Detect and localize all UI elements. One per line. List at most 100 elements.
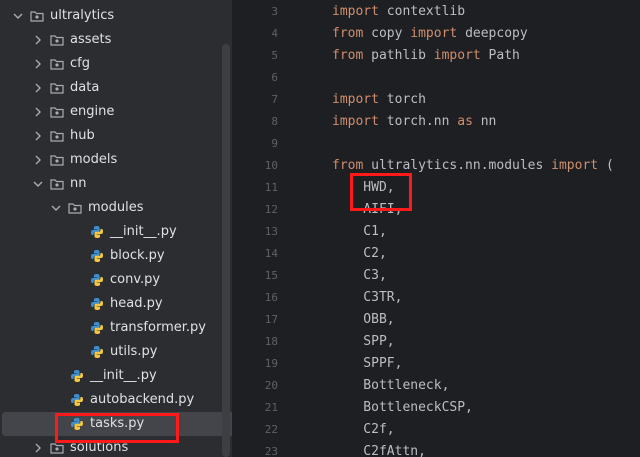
line-number: 19 (264, 357, 278, 370)
keyword-token: import (332, 92, 379, 107)
chevron-right-icon[interactable] (32, 154, 44, 166)
code-line[interactable]: OBB, (332, 309, 395, 331)
python-file-icon (70, 393, 84, 407)
code-line[interactable]: C3TR, (332, 287, 402, 309)
code-line[interactable]: C2fAttn, (332, 441, 426, 457)
tree-item-label: assets (70, 32, 112, 47)
tree-scrollbar[interactable] (222, 44, 230, 457)
code-line[interactable]: SPPF, (332, 353, 402, 375)
tree-item-label: block.py (110, 248, 165, 263)
code-line[interactable]: C3, (332, 265, 387, 287)
chevron-right-icon[interactable] (32, 106, 44, 118)
tree-item-assets[interactable]: assets (0, 28, 232, 52)
chevron-down-icon[interactable] (12, 10, 24, 22)
code-token: AIFI, (332, 202, 403, 217)
code-line[interactable]: from ultralytics.nn.modules import ( (332, 155, 614, 177)
tree-item-label: head.py (110, 296, 163, 311)
code-token: ultralytics.nn.modules (363, 158, 552, 173)
keyword-token: from (332, 158, 364, 173)
code-line[interactable]: from pathlib import Path (332, 45, 520, 67)
tree-item-data[interactable]: data (0, 76, 232, 100)
code-token: HWD, (332, 180, 395, 195)
code-line[interactable]: BottleneckCSP, (332, 397, 473, 419)
code-line[interactable]: HWD, (332, 177, 395, 199)
keyword-token: import (433, 48, 481, 63)
code-line[interactable]: SPP, (332, 331, 394, 353)
tree-item-file[interactable]: conv.py (0, 268, 232, 292)
tree-item-nn[interactable]: nn (0, 172, 232, 196)
keyword-token: import (332, 114, 379, 129)
code-line[interactable]: import torch (332, 89, 426, 111)
code-token: Bottleneck, (332, 378, 450, 393)
tree-item-label: transformer.py (110, 320, 206, 335)
code-editor[interactable]: 3 import contextlib 4 from copy import deep… (232, 0, 640, 457)
code-token: torch (378, 92, 426, 107)
chevron-right-icon[interactable] (32, 82, 44, 94)
folder-icon (30, 10, 44, 22)
code-line[interactable]: Bottleneck, (332, 375, 449, 397)
code-token: ( (598, 158, 614, 173)
chevron-right-icon[interactable] (32, 34, 44, 46)
chevron-down-icon[interactable] (50, 202, 62, 214)
keyword-token: import (551, 158, 599, 173)
tree-item-solutions[interactable]: solutions (0, 436, 232, 457)
tree-item-engine[interactable]: engine (0, 100, 232, 124)
code-token: C2, (332, 246, 387, 261)
code-token: pathlib (363, 48, 434, 63)
code-token: nn (472, 114, 497, 129)
line-number: 14 (264, 247, 278, 260)
tree-item-label: utils.py (110, 344, 158, 359)
python-file-icon (90, 249, 104, 263)
line-number: 7 (271, 93, 278, 106)
code-token: contextlib (378, 4, 466, 19)
line-number: 3 (271, 5, 278, 18)
tree-item-modules[interactable]: modules (0, 196, 232, 220)
python-file-icon (70, 369, 84, 383)
tree-item-models[interactable]: models (0, 148, 232, 172)
keyword-token: from (332, 26, 364, 41)
code-line[interactable]: AIFI, (332, 199, 402, 221)
line-number: 22 (264, 423, 278, 436)
tree-item-file[interactable]: head.py (0, 292, 232, 316)
code-token: C3TR, (332, 290, 403, 305)
tree-item-label: cfg (70, 56, 90, 71)
line-number: 5 (271, 49, 278, 62)
code-line[interactable]: C2, (332, 243, 387, 265)
tree-item-label: engine (70, 104, 115, 119)
python-file-icon (70, 417, 84, 431)
code-token: OBB, (332, 312, 395, 327)
python-file-icon (90, 297, 104, 311)
chevron-right-icon[interactable] (32, 58, 44, 70)
code-token: torch.nn (378, 114, 458, 129)
code-line[interactable]: import contextlib (332, 1, 465, 23)
code-line[interactable]: C1, (332, 221, 387, 243)
chevron-down-icon[interactable] (32, 178, 44, 190)
tree-item-file[interactable]: __init__.py (0, 220, 232, 244)
line-number: 21 (264, 401, 278, 414)
code-line[interactable]: from copy import deepcopy (332, 23, 528, 45)
code-token: BottleneckCSP, (332, 400, 473, 415)
tree-item-ultralytics[interactable]: ultralytics (0, 4, 232, 28)
line-number: 8 (271, 115, 278, 128)
code-token: copy (363, 26, 411, 41)
tree-item-file[interactable]: utils.py (0, 340, 232, 364)
tree-item-file[interactable]: transformer.py (0, 316, 232, 340)
chevron-right-icon[interactable] (32, 442, 44, 454)
code-line[interactable]: C2f, (332, 419, 394, 441)
python-file-icon (90, 345, 104, 359)
tree-item-label: autobackend.py (90, 392, 195, 407)
tree-item-file[interactable]: __init__.py (0, 364, 232, 388)
code-token: C2fAttn, (332, 444, 426, 457)
line-number: 11 (264, 181, 278, 194)
chevron-right-icon[interactable] (32, 130, 44, 142)
python-file-icon (90, 225, 104, 239)
tree-item-file[interactable]: autobackend.py (0, 388, 232, 412)
tree-item-cfg[interactable]: cfg (0, 52, 232, 76)
project-tree: ultralytics assets cfg data engine hub m… (0, 0, 232, 457)
line-number: 15 (264, 269, 278, 282)
tree-item-file[interactable]: block.py (0, 244, 232, 268)
tree-item-tasks-selected[interactable]: tasks.py (2, 412, 232, 436)
folder-icon (50, 442, 64, 454)
tree-item-hub[interactable]: hub (0, 124, 232, 148)
code-line[interactable]: import torch.nn as nn (332, 111, 496, 133)
